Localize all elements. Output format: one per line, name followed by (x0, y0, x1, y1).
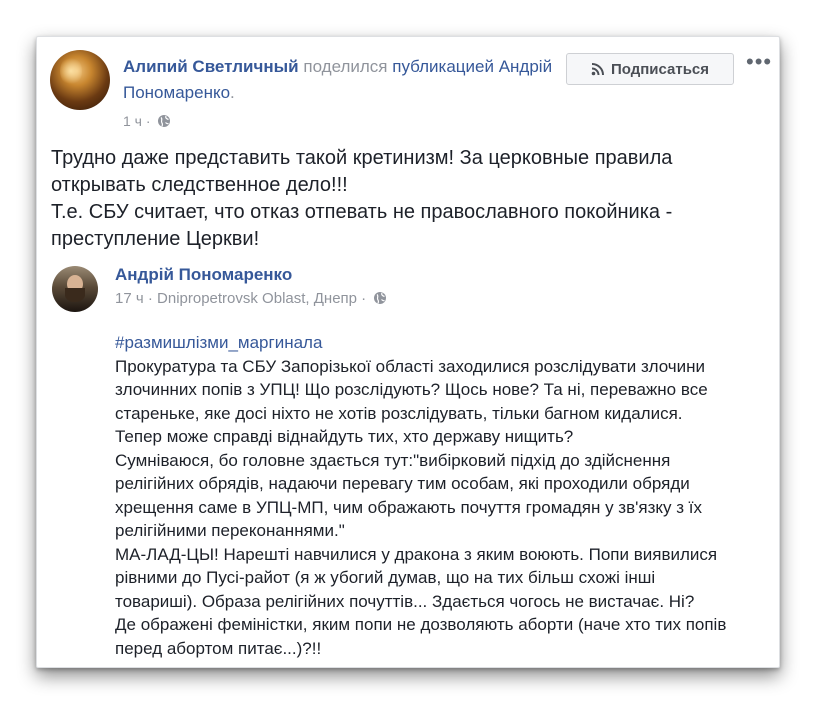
shared-text-line: товариші). Образа релігійних почуттів...… (115, 591, 695, 611)
separator-dot: · (361, 290, 367, 307)
shared-text-line: перед абортом питає...)?!! (115, 638, 322, 658)
shared-time[interactable]: 17 ч (115, 290, 144, 307)
post-text-line: открывать следственное дело!!! (51, 174, 348, 196)
shared-text-line: релігійних обрядів, надаючи перевагу тим… (115, 474, 690, 493)
shared-author-name[interactable]: Андрій Пономаренко (115, 265, 292, 285)
separator-dot: · (147, 290, 153, 307)
shared-text-line: Сумніваюся, бо головне здається тут:"виб… (115, 450, 671, 470)
post-card: Алипий Светличный поделился публикацией … (36, 36, 780, 668)
post-time[interactable]: 1 ч (123, 113, 142, 129)
post-text: Трудно даже представить такой кретинизм!… (51, 145, 771, 253)
shared-author-avatar[interactable] (52, 266, 98, 312)
rss-icon (591, 63, 604, 76)
shared-verb: поделился (303, 57, 388, 76)
shared-meta: 17 ч · Dnipropetrovsk Oblast, Днепр · (115, 290, 387, 307)
author-name[interactable]: Алипий Светличный (123, 57, 299, 76)
hashtag-link[interactable]: #размишлізми_маргинала (115, 331, 765, 355)
shared-text-line: Тепер може справді віднайдуть тих, хто д… (115, 427, 574, 446)
follow-button[interactable]: Подписаться (566, 53, 734, 85)
shared-text-line: релігійними переконаннями." (115, 521, 345, 540)
globe-icon[interactable] (373, 291, 387, 305)
shared-post-text: #размишлізми_маргинала Прокуратура та СБ… (115, 331, 765, 660)
globe-icon[interactable] (157, 114, 171, 128)
post-header: Алипий Светличный поделился публикацией … (123, 54, 563, 106)
shared-text-line: злочинних попів з УПЦ! Що розслідують? Щ… (115, 380, 708, 399)
shared-text-line: Прокуратура та СБУ Запорізької області з… (115, 356, 706, 376)
shared-text-line: старeньке, яке досі ніхто не хотів розсл… (115, 403, 683, 423)
post-text-line: преступление Церкви! (51, 228, 260, 250)
shared-text-line: хрещення саме в УПЦ-МП, чим ображають по… (115, 497, 702, 517)
separator-dot: · (145, 113, 151, 129)
post-text-line: Т.е. СБУ считает, что отказ отпевать не … (51, 201, 673, 223)
author-avatar[interactable] (50, 50, 110, 110)
shared-suffix: . (230, 83, 235, 102)
shared-text-line: рівними до Пусі-райот (я ж убогий думав,… (115, 568, 656, 587)
follow-button-label: Подписаться (610, 60, 710, 78)
shared-text-line: МА-ЛАД-ЦЫ! Нарешті навчилися у дракона з… (115, 544, 718, 564)
shared-location[interactable]: Dnipropetrovsk Oblast, Днепр (157, 290, 357, 307)
shared-text-line: Де ображені феміністки, яким попи не доз… (115, 615, 727, 634)
post-meta: 1 ч · (123, 113, 171, 129)
more-options-icon[interactable]: ••• (746, 51, 772, 73)
post-text-line: Трудно даже представить такой кретинизм!… (51, 147, 673, 169)
